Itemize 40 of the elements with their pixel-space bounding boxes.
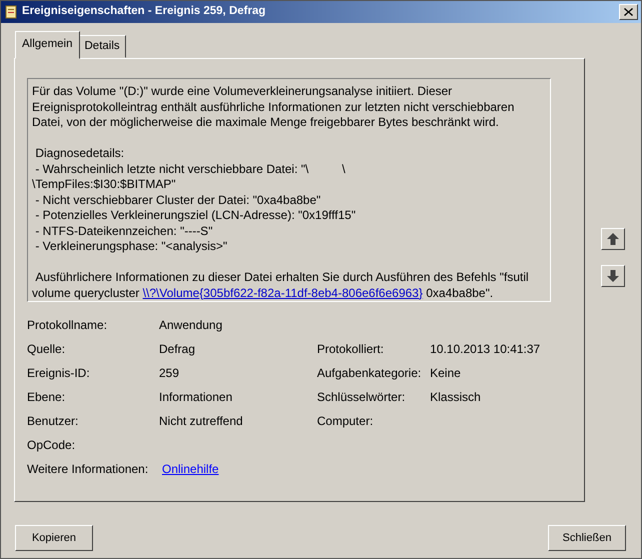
field-value: Defrag: [159, 341, 196, 358]
field-label: Aufgabenkategorie:: [317, 365, 422, 382]
description-text: - NTFS-Dateikennzeichen: "----S": [34, 224, 214, 240]
description-text: - Potenzielles Verkleinerungsziel (LCN-Adresse): "0x19fff15": [34, 208, 357, 224]
next-event-button[interactable]: [601, 265, 625, 288]
field-label: Protokolliert:: [317, 341, 385, 358]
field-value: Nicht zutreffend: [159, 413, 244, 430]
description-text: Diagnosedetails:: [34, 146, 126, 162]
field-value: Anwendung: [159, 317, 224, 334]
field-value: Informationen: [159, 389, 234, 406]
close-button[interactable]: Schließen: [548, 525, 626, 552]
description-text: - Verkleinerungsphase: "<analysis>": [34, 239, 228, 255]
description-text: Ausführlichere Informationen zu dieser Datei erhalten Sie durch Ausführen des Befehls "fsutil volume querycluster \\?\Volume{305bf622-f82a-11df-8eb4-806e6f6e6963} 0xa4ba8be".: [32, 270, 530, 302]
field-label: Weitere Informationen:: [27, 461, 150, 478]
previous-event-button[interactable]: [601, 228, 625, 250]
field-value: Klassisch: [430, 389, 482, 406]
field-label: Quelle:: [27, 341, 66, 358]
field-label: Computer:: [317, 413, 374, 430]
tab[interactable]: Allgemein: [15, 31, 80, 60]
window-title: Ereigniseigenschaften - Ereignis 259, Defrag: [22, 4, 266, 20]
description-text: - Wahrscheinlich letzte nicht verschiebbare Datei: "\ \ \TempFiles:$I30:$BITMAP": [32, 162, 346, 193]
field-label: Schlüsselwörter:: [317, 389, 406, 406]
tab[interactable]: Details: [78, 35, 126, 58]
field-value: 10.10.2013 10:41:37: [430, 341, 542, 358]
description-text: - Nicht verschiebbarer Cluster der Datei: "0xa4ba8be": [34, 192, 322, 208]
close-icon[interactable]: [619, 4, 638, 20]
down-arrow-icon: [607, 270, 619, 282]
field-label: Ereignis-ID:: [27, 365, 91, 382]
volume-link[interactable]: \\?\Volume{305bf622-f82a-11df-8eb4-806e6f6e6963}: [142, 286, 423, 300]
field-value: 259: [159, 365, 180, 382]
help-link[interactable]: Onlinehilfe: [159, 462, 219, 476]
field-value: Keine: [430, 365, 462, 382]
copy-button[interactable]: Kopieren: [15, 525, 93, 552]
field-label: Ebene:: [27, 389, 66, 406]
description-text: Für das Volume "(D:)" wurde eine Volumeverkleinerungsanalyse initiiert. Dieser Ereignisprotokolleintrag enthält ausführliche Informationen zur letzten nicht verschiebbaren Datei, von der möglicherweise die maximale Menge freigebbarer Bytes beschränkt wird.: [32, 84, 516, 131]
field-label: OpCode:: [27, 437, 76, 454]
field-label: Protokollname:: [27, 317, 108, 334]
event-log-icon: [4, 5, 18, 19]
field-label: Benutzer:: [27, 413, 80, 430]
up-arrow-icon: [607, 233, 619, 246]
